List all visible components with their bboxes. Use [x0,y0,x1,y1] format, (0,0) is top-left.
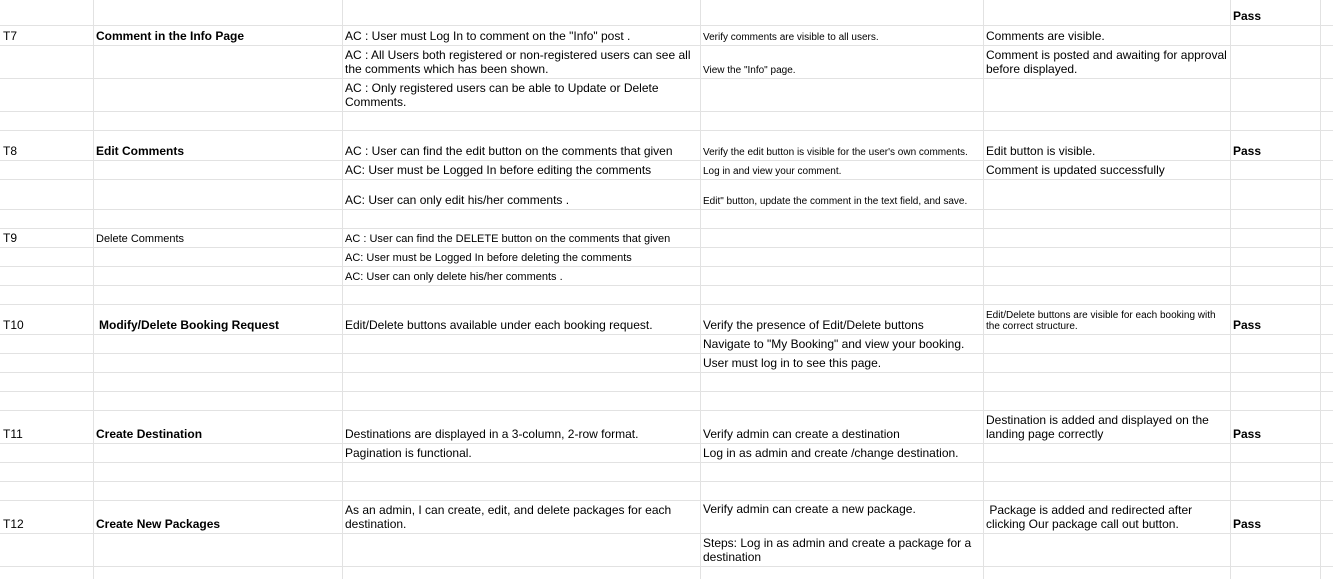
step-cell[interactable]: Edit" button, update the comment in the … [700,179,983,209]
row-divider [0,372,1333,373]
step-cell[interactable]: User must log in to see this page. [700,353,983,372]
criteria-cell[interactable]: AC : All Users both registered or non-re… [342,45,700,78]
test-id-cell[interactable]: T11 [0,410,93,443]
step-cell[interactable]: Steps: Log in as admin and create a pack… [700,533,983,566]
row-divider [0,353,1333,354]
criteria-cell[interactable]: AC: User can only edit his/her comments … [342,179,700,209]
expected-cell[interactable]: Edit/Delete buttons are visible for each… [983,304,1230,334]
row-divider [0,111,1333,112]
step-cell[interactable]: Verify admin can create a new package. [700,500,983,517]
test-name-cell[interactable]: Modify/Delete Booking Request [93,304,342,334]
criteria-cell[interactable]: Pagination is functional. [342,443,700,462]
expected-cell[interactable]: Edit button is visible. [983,130,1230,160]
row-divider [0,566,1333,567]
criteria-cell[interactable]: AC: User can only delete his/her comment… [342,266,700,285]
criteria-cell[interactable]: As an admin, I can create, edit, and del… [342,500,700,533]
test-id-cell[interactable]: T7 [0,25,93,45]
step-cell[interactable]: View the "Info" page. [700,45,983,78]
criteria-cell[interactable]: AC: User must be Logged In before editin… [342,160,700,179]
test-name-cell[interactable]: Edit Comments [93,130,342,160]
row-divider [0,462,1333,463]
column-divider [1230,0,1231,579]
step-cell[interactable]: Log in and view your comment. [700,160,983,179]
step-cell[interactable]: Verify the edit button is visible for th… [700,130,983,160]
row-divider [0,334,1333,335]
step-cell[interactable]: Verify comments are visible to all users… [700,25,983,45]
status-cell[interactable]: Pass [1230,500,1320,533]
column-divider [700,0,701,579]
step-cell[interactable]: Verify admin can create a destination [700,410,983,443]
expected-cell[interactable]: Comment is posted and awaiting for appro… [983,45,1230,78]
test-id-cell[interactable]: T9 [0,228,93,247]
criteria-cell[interactable]: AC : User can find the edit button on th… [342,130,700,160]
spreadsheet-grid: Pass T7 Comment in the Info Page AC : Us… [0,0,1333,579]
status-cell[interactable]: Pass [1230,410,1320,443]
row-divider [0,209,1333,210]
criteria-cell[interactable]: AC : Only registered users can be able t… [342,78,700,111]
test-id-cell[interactable]: T12 [0,500,93,533]
row-divider [0,391,1333,392]
step-cell[interactable]: Log in as admin and create /change desti… [700,443,983,462]
criteria-cell[interactable]: Destinations are displayed in a 3-column… [342,410,700,443]
criteria-cell[interactable]: AC : User must Log In to comment on the … [342,25,700,45]
expected-cell[interactable]: Package is added and redirected after cl… [983,500,1230,533]
expected-cell[interactable]: Comment is updated successfully [983,160,1230,179]
step-cell[interactable]: Verify the presence of Edit/Delete butto… [700,304,983,334]
criteria-cell[interactable]: AC : User can find the DELETE button on … [342,228,700,247]
row-divider [0,285,1333,286]
test-id-cell[interactable]: T8 [0,130,93,160]
status-cell[interactable]: Pass [1230,0,1320,25]
test-name-cell[interactable]: Comment in the Info Page [93,25,342,45]
column-divider [93,0,94,579]
status-cell[interactable]: Pass [1230,304,1320,334]
row-divider [0,481,1333,482]
test-name-cell[interactable]: Create Destination [93,410,342,443]
column-divider [1320,0,1321,579]
criteria-cell[interactable]: Edit/Delete buttons available under each… [342,304,700,334]
step-cell[interactable]: Navigate to "My Booking" and view your b… [700,334,983,353]
column-divider [983,0,984,579]
test-id-cell[interactable]: T10 [0,304,93,334]
test-name-cell[interactable]: Create New Packages [93,500,342,533]
status-cell[interactable]: Pass [1230,130,1320,160]
row-divider [0,533,1333,534]
expected-cell[interactable]: Destination is added and displayed on th… [983,410,1230,443]
criteria-cell[interactable]: AC: User must be Logged In before deleti… [342,247,700,266]
expected-cell[interactable]: Comments are visible. [983,25,1230,45]
test-name-cell[interactable]: Delete Comments [93,228,342,247]
